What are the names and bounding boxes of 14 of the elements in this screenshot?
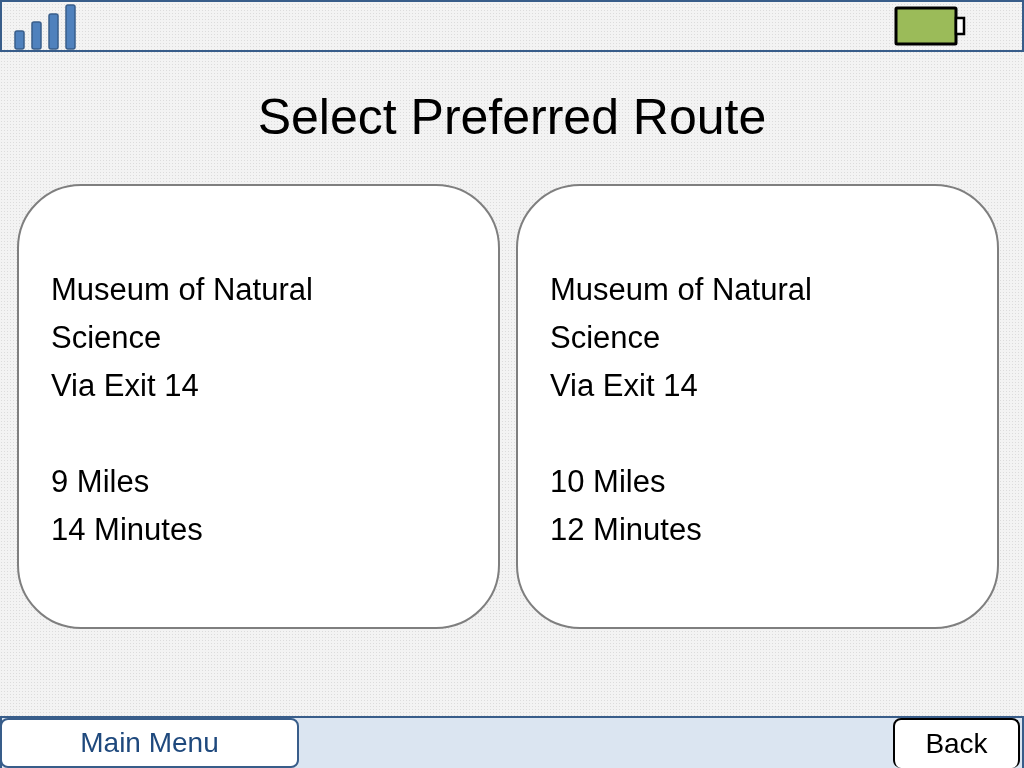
duration-text: 14 Minutes: [51, 511, 203, 549]
via-text: Via Exit 14: [51, 367, 199, 405]
route-card[interactable]: Museum of Natural Science Via Exit 14 9 Miles 14 Minutes: [17, 184, 500, 629]
route-card[interactable]: Museum of Natural Science Via Exit 14 10 Miles 12 Minutes: [516, 184, 999, 629]
duration-text: 12 Minutes: [550, 511, 702, 549]
via-text: Via Exit 14: [550, 367, 698, 405]
distance-text: 9 Miles: [51, 463, 150, 501]
destination-text: Museum of Natural Science: [550, 271, 813, 357]
main-menu-button[interactable]: Main Menu: [0, 718, 299, 768]
page-title: Select Preferred Route: [257, 88, 767, 147]
battery-icon: [894, 6, 966, 46]
back-button[interactable]: Back: [893, 718, 1020, 768]
distance-text: 10 Miles: [550, 463, 666, 501]
destination-text: Museum of Natural Science: [51, 271, 314, 357]
